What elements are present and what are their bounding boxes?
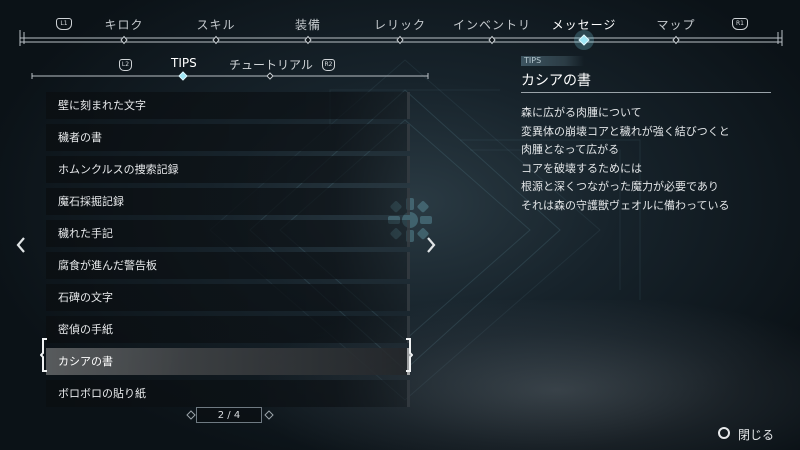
tab-relic[interactable]: レリック [374, 16, 426, 33]
circle-button-icon [718, 427, 730, 439]
list-item[interactable]: ボロボロの貼り紙 [46, 380, 410, 407]
page-indicator: 2 / 4 [196, 407, 262, 423]
tab-map[interactable]: マップ [656, 16, 695, 33]
detail-text-line: 森に広がる肉腫について [521, 106, 642, 119]
detail-text-line: 根源と深くつながった魔力が必要であり [521, 180, 719, 193]
l2-button-icon[interactable]: L2 [119, 59, 132, 71]
tab-message[interactable]: メッセージ [552, 16, 617, 33]
tab-tips[interactable]: TIPS [171, 56, 197, 70]
selection-bracket-right-icon [406, 338, 413, 372]
detail-divider [521, 92, 771, 93]
l1-button-icon[interactable]: L1 [56, 18, 72, 30]
list-item[interactable]: 壁に刻まれた文字 [46, 92, 410, 119]
selection-bracket-left-icon [40, 338, 47, 372]
detail-body: 森に広がる肉腫について 変異体の崩壊コアと穢れが強く結びつくと 肉腫となって広が… [521, 104, 781, 215]
list-item[interactable]: 穢れた手記 [46, 220, 410, 247]
detail-title: カシアの書 [521, 73, 591, 89]
list-item-selected[interactable]: カシアの書 [46, 348, 410, 375]
tab-skill[interactable]: スキル [196, 16, 235, 33]
list-item[interactable]: 穢者の書 [46, 124, 410, 151]
list-item[interactable]: 腐食が進んだ警告板 [46, 252, 410, 279]
tips-list: 壁に刻まれた文字 穢者の書 ホムンクルスの捜索記録 魔石採掘記録 穢れた手記 腐… [46, 92, 410, 412]
pager: 2 / 4 [186, 407, 274, 423]
detail-category-label: TIPS [521, 56, 584, 66]
tab-tutorial[interactable]: チュートリアル [229, 56, 313, 73]
close-label: 閉じる [738, 428, 775, 442]
list-item[interactable]: ホムンクルスの捜索記録 [46, 156, 410, 183]
tab-equipment[interactable]: 装備 [295, 16, 321, 33]
detail-text-line: 肉腫となって広がる [521, 143, 620, 156]
list-item[interactable]: 魔石採掘記録 [46, 188, 410, 215]
detail-text-line: コアを破壊するためには [521, 161, 642, 175]
r2-button-icon[interactable]: R2 [322, 59, 335, 71]
tab-record[interactable]: キロク [104, 16, 143, 33]
list-item[interactable]: 石碑の文字 [46, 284, 410, 311]
list-item[interactable]: 密偵の手紙 [46, 316, 410, 343]
detail-text-line: それは森の守護獣ヴェオルに備わっている [521, 198, 730, 212]
top-navigation: L1 キロク スキル 装備 レリック インベントリ メッセージ マップ R1 [16, 0, 786, 50]
tab-inventory[interactable]: インベントリ [453, 16, 531, 33]
r1-button-icon[interactable]: R1 [732, 18, 748, 30]
detail-text-line: 変異体の崩壊コアと穢れが強く結びつくと [521, 124, 730, 138]
previous-arrow-icon[interactable] [16, 236, 26, 254]
next-arrow-icon[interactable] [426, 236, 436, 254]
